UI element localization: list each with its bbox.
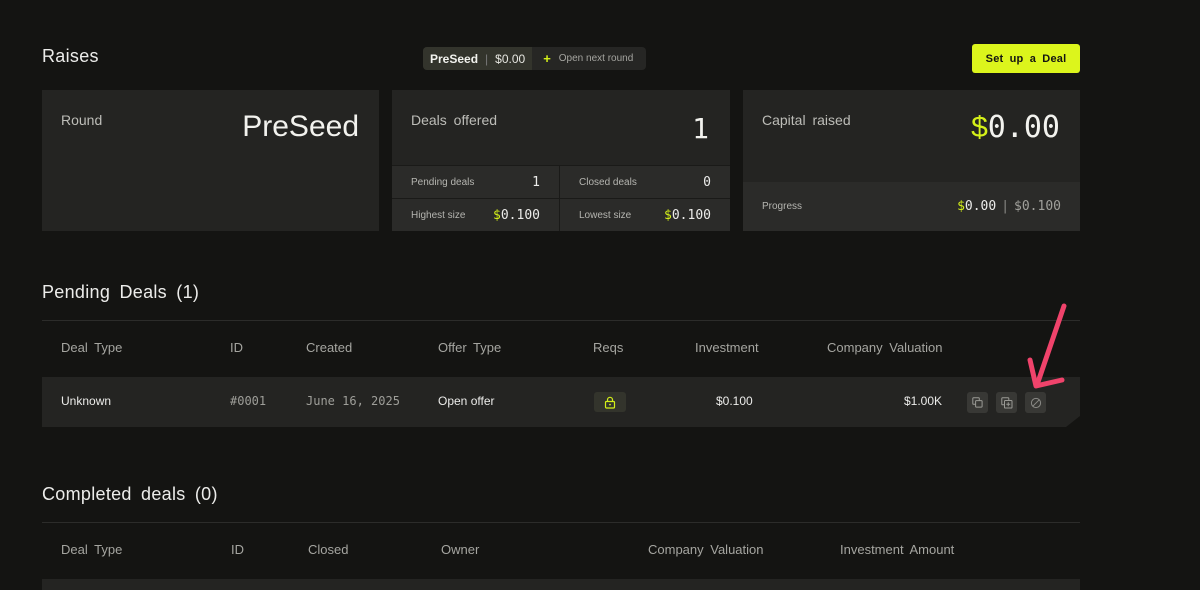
annotation-arrow-icon bbox=[1027, 303, 1067, 389]
table-row bbox=[42, 579, 1080, 590]
closed-deals-label: Closed deals bbox=[579, 176, 637, 188]
separator: | bbox=[485, 51, 489, 66]
capital-raised-card: Capital raised $0.00 Progress $0.00 | $0.1… bbox=[743, 90, 1080, 231]
deals-stats-grid: Pending deals 1 Closed deals 0 Highest s… bbox=[392, 165, 730, 231]
pending-deals-label: Pending deals bbox=[411, 176, 475, 188]
col-closed: Closed bbox=[308, 542, 349, 557]
duplicate-add-icon bbox=[1001, 397, 1013, 409]
copy-icon bbox=[972, 397, 983, 408]
separator: | bbox=[1001, 199, 1010, 214]
table-row[interactable]: Unknown #0001 June 16, 2025 Open offer $… bbox=[42, 377, 1080, 427]
pending-deals-title: Pending Deals (1) bbox=[42, 282, 200, 302]
round-label: Round bbox=[61, 112, 103, 128]
progress-value: $0.00 | $0.100 bbox=[957, 199, 1061, 214]
deals-offered-value: 1 bbox=[692, 112, 709, 145]
progress-max: $0.100 bbox=[1014, 199, 1061, 214]
col-deal-type: Deal Type bbox=[61, 542, 123, 557]
dollar-sign: $ bbox=[493, 207, 501, 223]
round-selector[interactable]: PreSeed | $0.00 + Open next round bbox=[423, 47, 646, 70]
progress-row: Progress $0.00 | $0.100 bbox=[743, 182, 1080, 231]
deals-offered-card: Deals offered 1 Pending deals 1 Closed d… bbox=[392, 90, 730, 231]
col-deal-type: Deal Type bbox=[61, 340, 123, 355]
pending-deals-value: 1 bbox=[532, 174, 540, 190]
highest-size-label: Highest size bbox=[411, 209, 466, 221]
deals-offered-label: Deals offered bbox=[411, 112, 498, 128]
pending-deals-stat: Pending deals 1 bbox=[392, 165, 560, 198]
col-id: ID bbox=[231, 542, 244, 557]
copy-deal-button[interactable] bbox=[967, 392, 988, 413]
dollar-sign: $ bbox=[971, 111, 988, 144]
lowest-size-value: 0.100 bbox=[671, 207, 711, 223]
lowest-size-value-wrap: $0.100 bbox=[664, 208, 711, 223]
col-id: ID bbox=[230, 340, 243, 355]
highest-size-value-wrap: $0.100 bbox=[493, 208, 540, 223]
col-offer-type: Offer Type bbox=[438, 340, 502, 355]
divider bbox=[42, 522, 1080, 523]
col-company-valuation: Company Valuation bbox=[827, 340, 943, 355]
lowest-size-stat: Lowest size $0.100 bbox=[560, 198, 730, 231]
page-title: Raises bbox=[42, 46, 99, 66]
offer-type-cell: Open offer bbox=[438, 394, 495, 408]
lock-icon bbox=[604, 396, 616, 409]
closed-deals-value: 0 bbox=[703, 174, 711, 190]
col-owner: Owner bbox=[441, 542, 480, 557]
closed-deals-stat: Closed deals 0 bbox=[560, 165, 730, 198]
lowest-size-label: Lowest size bbox=[579, 209, 632, 221]
open-next-round-link[interactable]: Open next round bbox=[559, 53, 634, 64]
col-reqs: Reqs bbox=[593, 340, 624, 355]
capital-raised-label: Capital raised bbox=[762, 112, 851, 128]
duplicate-deal-button[interactable] bbox=[996, 392, 1017, 413]
round-amount: $0.00 bbox=[495, 51, 526, 66]
col-investment-amount: Investment Amount bbox=[840, 542, 955, 557]
divider bbox=[42, 320, 1080, 321]
highest-size-value: 0.100 bbox=[500, 207, 540, 223]
deal-id-cell: #0001 bbox=[230, 394, 267, 408]
round-card: Round PreSeed bbox=[42, 90, 379, 231]
capital-raised-value-wrap: $0.00 bbox=[971, 110, 1060, 145]
col-created: Created bbox=[306, 340, 353, 355]
progress-label: Progress bbox=[762, 201, 803, 212]
completed-deals-title: Completed deals (0) bbox=[42, 484, 218, 504]
highest-size-stat: Highest size $0.100 bbox=[392, 198, 560, 231]
valuation-cell: $1.00K bbox=[904, 394, 943, 408]
round-value: PreSeed bbox=[242, 110, 359, 143]
capital-raised-value: 0.00 bbox=[987, 110, 1060, 145]
current-round-chip[interactable]: PreSeed | $0.00 bbox=[423, 47, 533, 70]
requirements-button[interactable] bbox=[594, 392, 626, 412]
dollar-sign: $ bbox=[664, 207, 672, 223]
dollar-sign: $ bbox=[957, 199, 965, 214]
deal-type-cell: Unknown bbox=[61, 394, 112, 408]
created-cell: June 16, 2025 bbox=[306, 394, 400, 408]
plus-icon[interactable]: + bbox=[543, 51, 551, 66]
progress-current: 0.00 bbox=[964, 199, 997, 214]
raises-page: Raises PreSeed | $0.00 + Open next round… bbox=[0, 0, 1200, 590]
col-investment: Investment bbox=[695, 340, 759, 355]
setup-deal-button[interactable]: Set up a Deal bbox=[972, 44, 1080, 73]
col-company-valuation: Company Valuation bbox=[648, 542, 764, 557]
round-name: PreSeed bbox=[430, 51, 479, 66]
investment-cell: $0.100 bbox=[716, 394, 753, 408]
